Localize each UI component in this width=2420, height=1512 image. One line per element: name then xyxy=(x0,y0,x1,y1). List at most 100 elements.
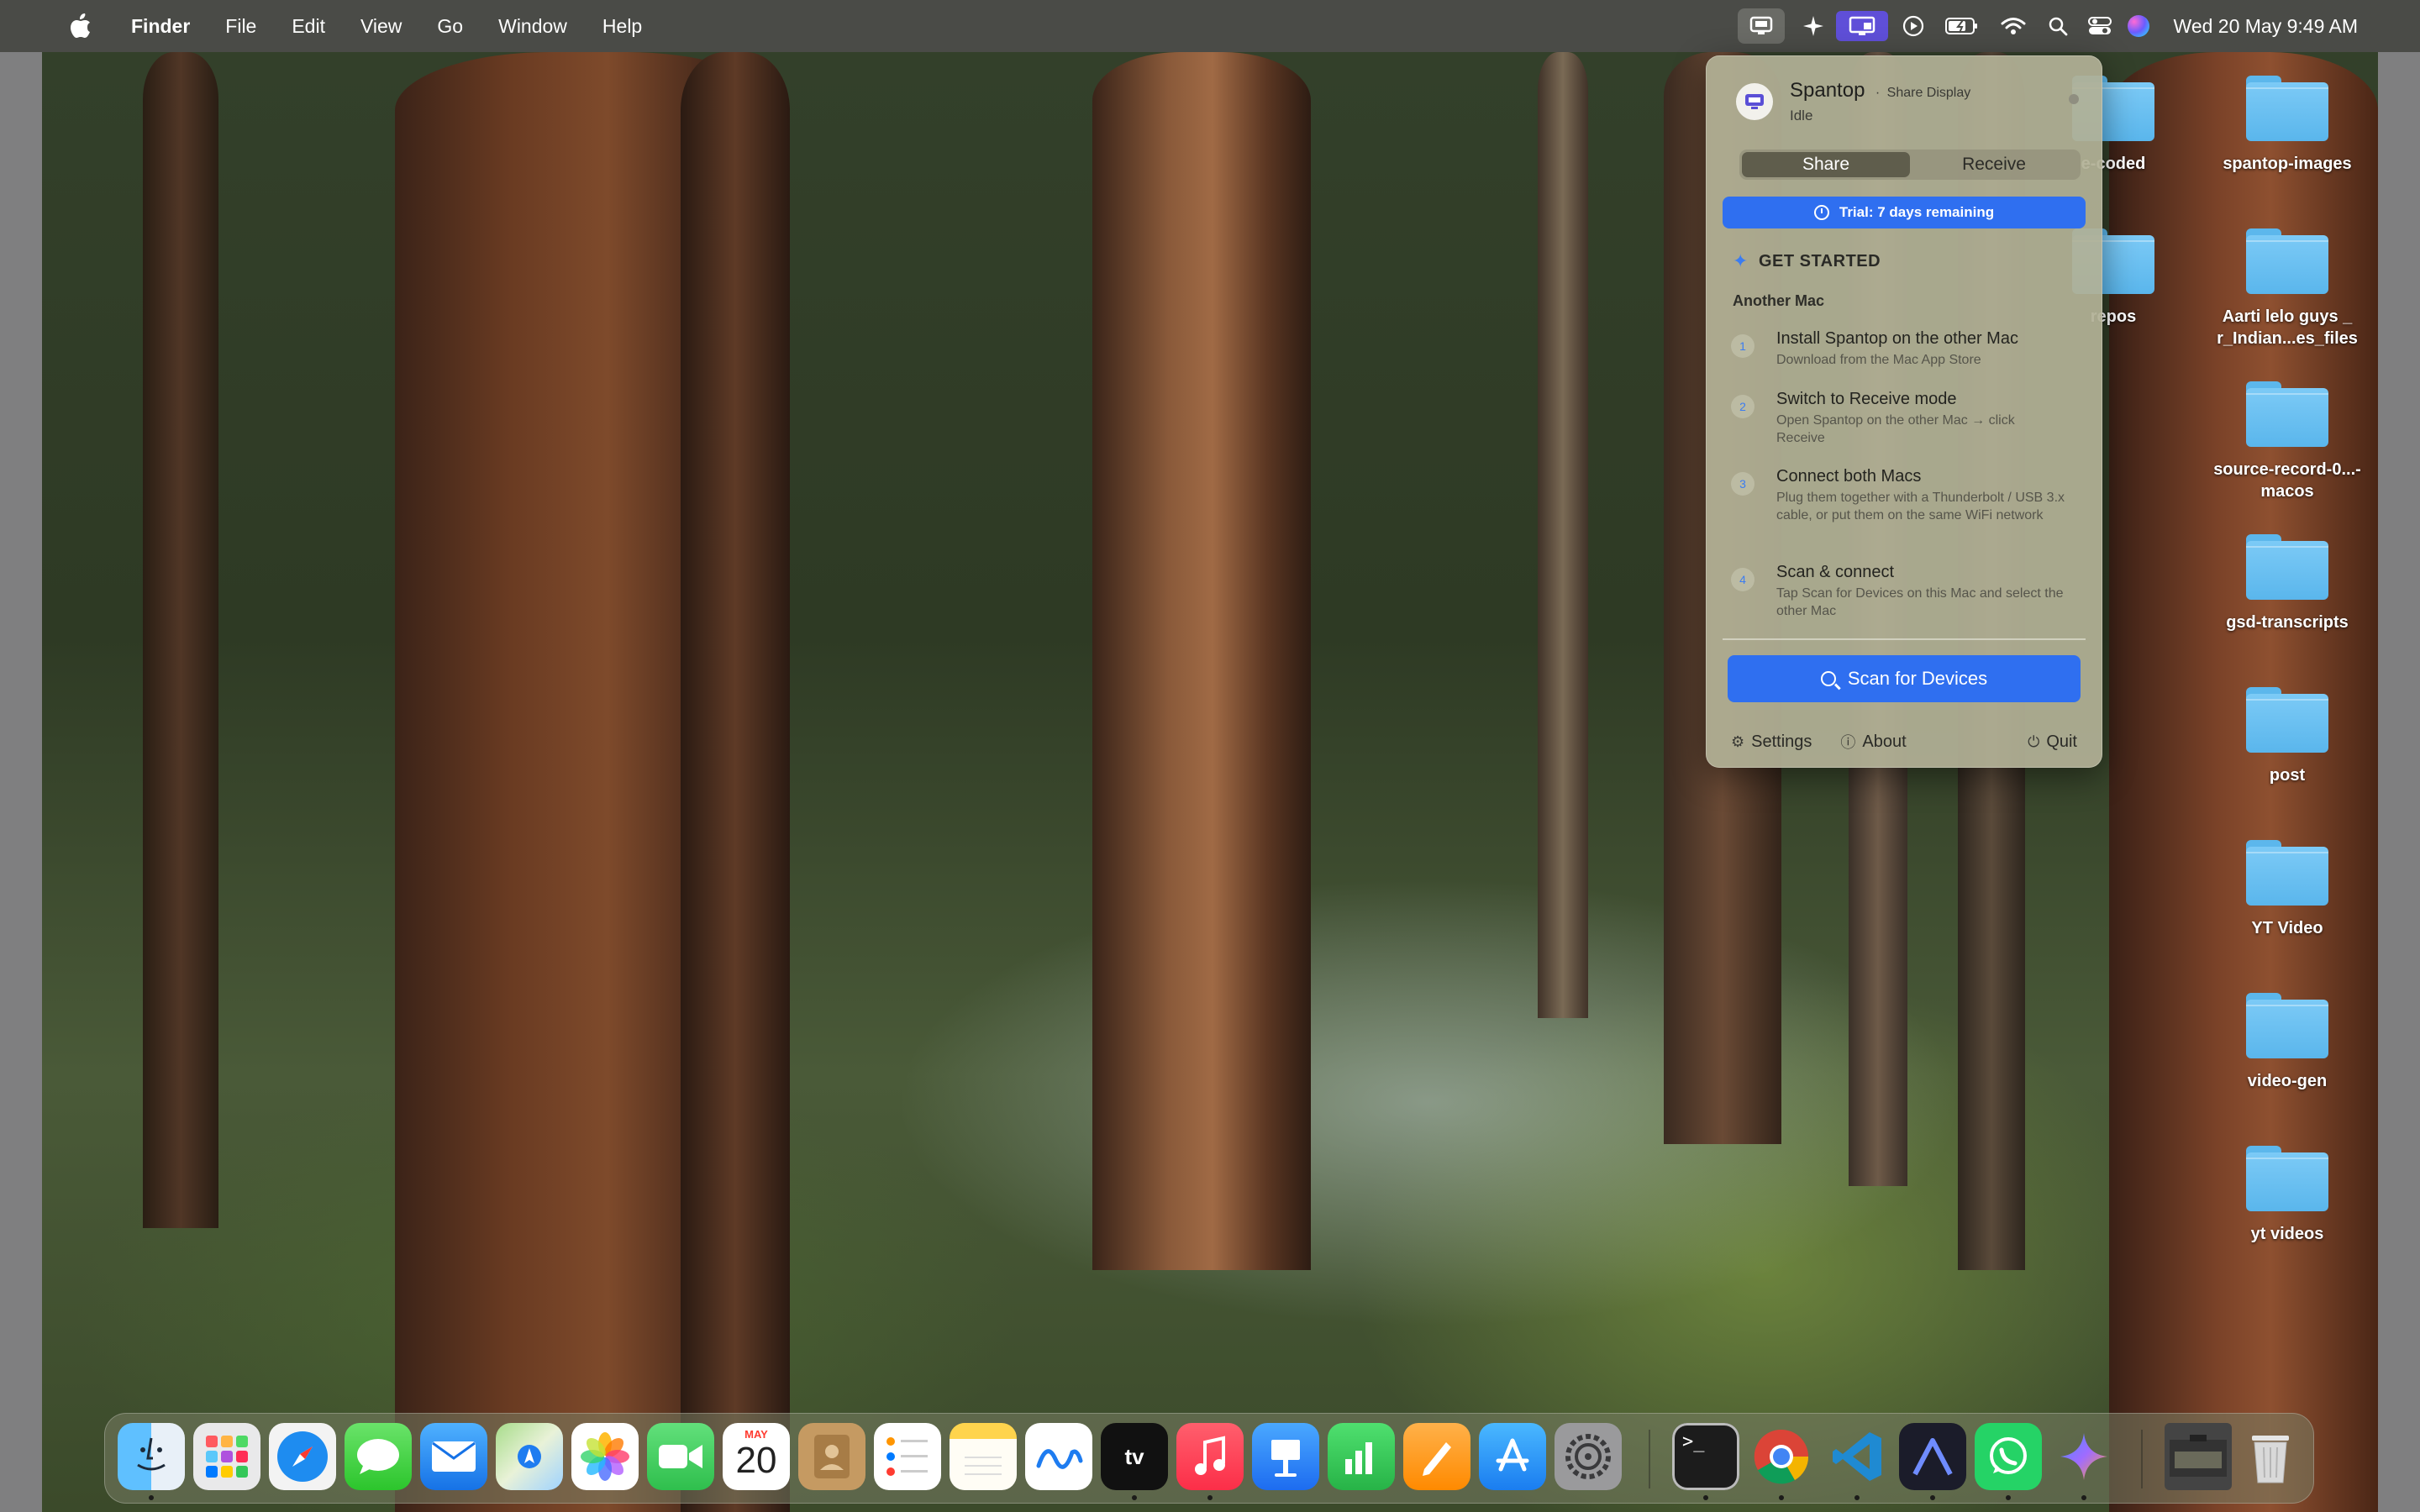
keynote-icon[interactable] xyxy=(1252,1423,1319,1490)
folder-icon xyxy=(2246,534,2328,600)
panel-separator: · xyxy=(1875,86,1881,100)
tv-icon[interactable]: tv xyxy=(1101,1423,1168,1490)
step-item: 3 Connect both Macs Plug them together w… xyxy=(1731,465,2081,524)
spantop-app-icon xyxy=(1736,83,1773,120)
trial-banner[interactable]: Trial: 7 days remaining xyxy=(1723,197,2086,228)
menu-clock[interactable]: Wed 20 May 9:49 AM xyxy=(2174,15,2358,38)
menu-help[interactable]: Help xyxy=(602,15,642,38)
whatsapp-icon[interactable] xyxy=(1975,1423,2042,1490)
panel-status: Idle xyxy=(1790,108,1813,123)
step-number: 1 xyxy=(1731,334,1754,358)
folder-icon xyxy=(2246,381,2328,447)
sparkle-icon[interactable] xyxy=(1794,0,1833,52)
panel-subtitle: Share Display xyxy=(1886,86,1971,100)
freeform-icon[interactable] xyxy=(1025,1423,1092,1490)
vscode-icon[interactable] xyxy=(1823,1423,1891,1490)
chrome-icon[interactable] xyxy=(1748,1423,1815,1490)
photos-icon[interactable] xyxy=(571,1423,639,1490)
spantop-menu-icon[interactable] xyxy=(1737,0,1786,52)
tab-receive[interactable]: Receive xyxy=(1910,152,2078,177)
trash-icon[interactable] xyxy=(2237,1423,2304,1490)
panel-footer: ⚙ Settings ⓘ About ⏻ Quit xyxy=(1731,731,2077,753)
scan-for-devices-button[interactable]: Scan for Devices xyxy=(1728,655,2081,702)
desktop-folder-label: Aarti lelo guys _ r_Indian...es_files xyxy=(2217,307,2358,348)
folder-icon xyxy=(2246,687,2328,753)
about-button[interactable]: ⓘ About xyxy=(1840,731,1906,753)
finder-icon[interactable] xyxy=(118,1423,185,1490)
step-description: Open Spantop on the other Mac → click Re… xyxy=(1776,413,2015,445)
step-number: 2 xyxy=(1731,395,1754,418)
desktop-folder[interactable]: gsd-transcripts xyxy=(2203,534,2371,633)
pages-icon[interactable] xyxy=(1403,1423,1470,1490)
battery-icon[interactable] xyxy=(1935,0,1989,52)
panel-title: Spantop · Share Display Idle xyxy=(1790,79,1970,124)
menu-view[interactable]: View xyxy=(360,15,402,38)
gemini-icon[interactable] xyxy=(2050,1423,2118,1490)
folder-icon xyxy=(2246,228,2328,294)
dock: MAY 20 tv >_ xyxy=(104,1413,2314,1504)
tab-share[interactable]: Share xyxy=(1742,152,1910,177)
folder-icon xyxy=(2246,76,2328,141)
menu-go[interactable]: Go xyxy=(437,15,463,38)
desktop-folder[interactable]: yt videos xyxy=(2203,1146,2371,1245)
menu-app-name[interactable]: Finder xyxy=(131,15,190,38)
status-area: Wed 20 May 9:49 AM xyxy=(1737,0,2420,52)
launchpad-icon[interactable] xyxy=(193,1423,260,1490)
desktop-folder-label: video-gen xyxy=(2247,1072,2328,1090)
desktop-folder[interactable]: YT Video xyxy=(2203,840,2371,939)
wifi-icon[interactable] xyxy=(1989,0,2038,52)
folder-icon xyxy=(2246,1146,2328,1211)
step-description: Plug them together with a Thunderbolt / … xyxy=(1776,491,2065,522)
folder-icon xyxy=(2246,840,2328,906)
desktop-folder[interactable]: video-gen xyxy=(2203,993,2371,1092)
mail-icon[interactable] xyxy=(420,1423,487,1490)
play-icon[interactable] xyxy=(1891,0,1935,52)
app-store-icon[interactable] xyxy=(1479,1423,1546,1490)
running-indicator xyxy=(1132,1495,1137,1500)
step-title: Install Spantop on the other Mac xyxy=(1776,329,2018,348)
desktop-folder[interactable]: Aarti lelo guys _ r_Indian...es_files xyxy=(2203,228,2371,349)
music-icon[interactable] xyxy=(1176,1423,1244,1490)
settings-button[interactable]: ⚙ Settings xyxy=(1731,731,1812,753)
quit-button[interactable]: ⏻ Quit xyxy=(2028,731,2077,753)
linear-app-icon[interactable] xyxy=(1899,1423,1966,1490)
screenshot-thumbnail-icon[interactable] xyxy=(2165,1423,2232,1490)
settings-label: Settings xyxy=(1751,732,1812,751)
facetime-icon[interactable] xyxy=(647,1423,714,1490)
step-title: Switch to Receive mode xyxy=(1776,390,1957,408)
section-title: Another Mac xyxy=(1733,292,1825,309)
get-started-heading: ✦ GET STARTED xyxy=(1733,250,1881,272)
gear-icon: ⚙ xyxy=(1731,732,1745,750)
running-indicator xyxy=(1703,1495,1708,1500)
step-title: Connect both Macs xyxy=(1776,467,1922,486)
calendar-icon[interactable]: MAY 20 xyxy=(723,1423,790,1490)
control-center-icon[interactable] xyxy=(2078,0,2122,52)
reminders-icon[interactable] xyxy=(874,1423,941,1490)
desktop-folder-label: gsd-transcripts xyxy=(2226,613,2349,632)
notes-icon[interactable] xyxy=(950,1423,1017,1490)
system-settings-icon[interactable] xyxy=(1555,1423,1622,1490)
maps-icon[interactable] xyxy=(496,1423,563,1490)
tree-trunk xyxy=(143,52,218,1228)
desktop-folder-label: post xyxy=(2269,766,2306,785)
spantop-popover: Spantop · Share Display Idle Share Recei… xyxy=(1706,55,2102,768)
contacts-icon[interactable] xyxy=(798,1423,865,1490)
sparkle-icon: ✦ xyxy=(1733,250,1749,271)
siri-icon[interactable] xyxy=(2122,0,2155,52)
menu-file[interactable]: File xyxy=(225,15,256,38)
desktop-folder[interactable]: post xyxy=(2203,687,2371,786)
divider xyxy=(1723,638,2086,640)
desktop-folder-label: source-record-0...-macos xyxy=(2213,460,2361,501)
messages-icon[interactable] xyxy=(345,1423,412,1490)
apple-menu-icon[interactable] xyxy=(69,13,92,39)
desktop-folder[interactable]: spantop-images xyxy=(2203,76,2371,175)
menu-edit[interactable]: Edit xyxy=(292,15,325,38)
safari-icon[interactable] xyxy=(269,1423,336,1490)
spotlight-search-icon[interactable] xyxy=(2038,0,2078,52)
screen-share-icon[interactable] xyxy=(1833,0,1891,52)
desktop-folder[interactable]: source-record-0...-macos xyxy=(2203,381,2371,502)
menu-window[interactable]: Window xyxy=(498,15,567,38)
numbers-icon[interactable] xyxy=(1328,1423,1395,1490)
terminal-icon[interactable]: >_ xyxy=(1672,1423,1739,1490)
panel-app-name: Spantop xyxy=(1790,79,1865,102)
